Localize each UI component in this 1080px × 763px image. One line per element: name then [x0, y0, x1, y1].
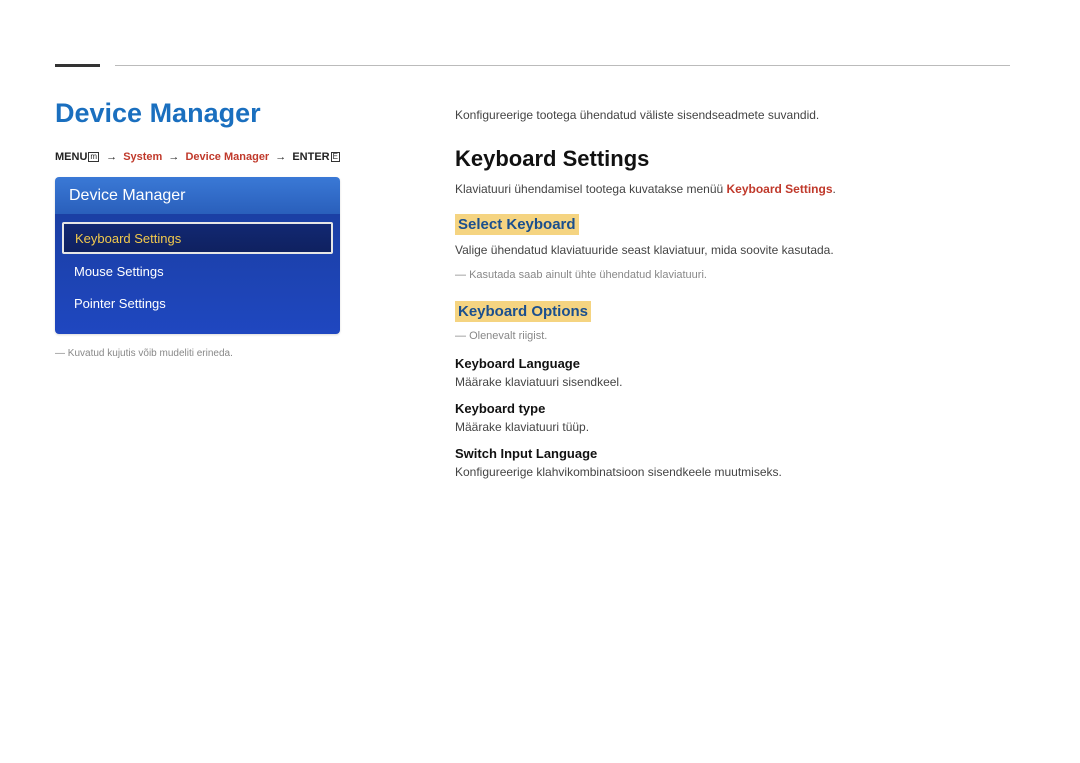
- subheading-keyboard-options: Keyboard Options: [455, 301, 591, 322]
- keyboard-connect-text: Klaviatuuri ühendamisel tootega kuvataks…: [455, 182, 1010, 196]
- breadcrumb-device-manager: Device Manager: [185, 151, 269, 163]
- heading-switch-input-language: Switch Input Language: [455, 446, 1010, 461]
- menu-item-keyboard-settings[interactable]: Keyboard Settings: [62, 222, 333, 254]
- intro-text: Konfigureerige tootega ühendatud väliste…: [455, 108, 1010, 122]
- heading-keyboard-language: Keyboard Language: [455, 356, 1010, 371]
- section-rule-thin: [115, 65, 1010, 66]
- arrow-icon: →: [106, 151, 117, 163]
- menu-item-mouse-settings[interactable]: Mouse Settings: [62, 256, 333, 286]
- keyboard-language-desc: Määrake klaviatuuri sisendkeel.: [455, 375, 1010, 389]
- image-caption-note: Kuvatud kujutis võib mudeliti erineda.: [55, 348, 355, 359]
- switch-input-language-desc: Konfigureerige klahvikombinatsioon sisen…: [455, 465, 1010, 479]
- breadcrumb: MENUm → System → Device Manager → ENTERE: [55, 151, 355, 163]
- menu-header: Device Manager: [55, 177, 340, 214]
- keyboard-connect-highlight: Keyboard Settings: [727, 182, 833, 196]
- keyboard-connect-post: .: [833, 182, 836, 196]
- section-rule-thick: [55, 64, 100, 67]
- arrow-icon: →: [168, 151, 179, 163]
- menu-item-pointer-settings[interactable]: Pointer Settings: [62, 288, 333, 318]
- breadcrumb-menu: MENU: [55, 151, 87, 163]
- menu-icon: m: [88, 152, 99, 162]
- breadcrumb-enter: ENTER: [292, 151, 329, 163]
- heading-keyboard-settings: Keyboard Settings: [455, 146, 1010, 172]
- page-title: Device Manager: [55, 98, 355, 129]
- select-keyboard-desc: Valige ühendatud klaviatuuride seast kla…: [455, 243, 1010, 257]
- device-manager-menu: Device Manager Keyboard Settings Mouse S…: [55, 177, 340, 334]
- keyboard-connect-pre: Klaviatuuri ühendamisel tootega kuvataks…: [455, 182, 727, 196]
- subheading-select-keyboard: Select Keyboard: [455, 214, 579, 235]
- keyboard-options-note: Olenevalt riigist.: [455, 330, 1010, 342]
- arrow-icon: →: [275, 151, 286, 163]
- heading-keyboard-type: Keyboard type: [455, 401, 1010, 416]
- keyboard-type-desc: Määrake klaviatuuri tüüp.: [455, 420, 1010, 434]
- breadcrumb-system: System: [123, 151, 162, 163]
- select-keyboard-note: Kasutada saab ainult ühte ühendatud klav…: [455, 269, 1010, 281]
- enter-icon: E: [331, 152, 340, 162]
